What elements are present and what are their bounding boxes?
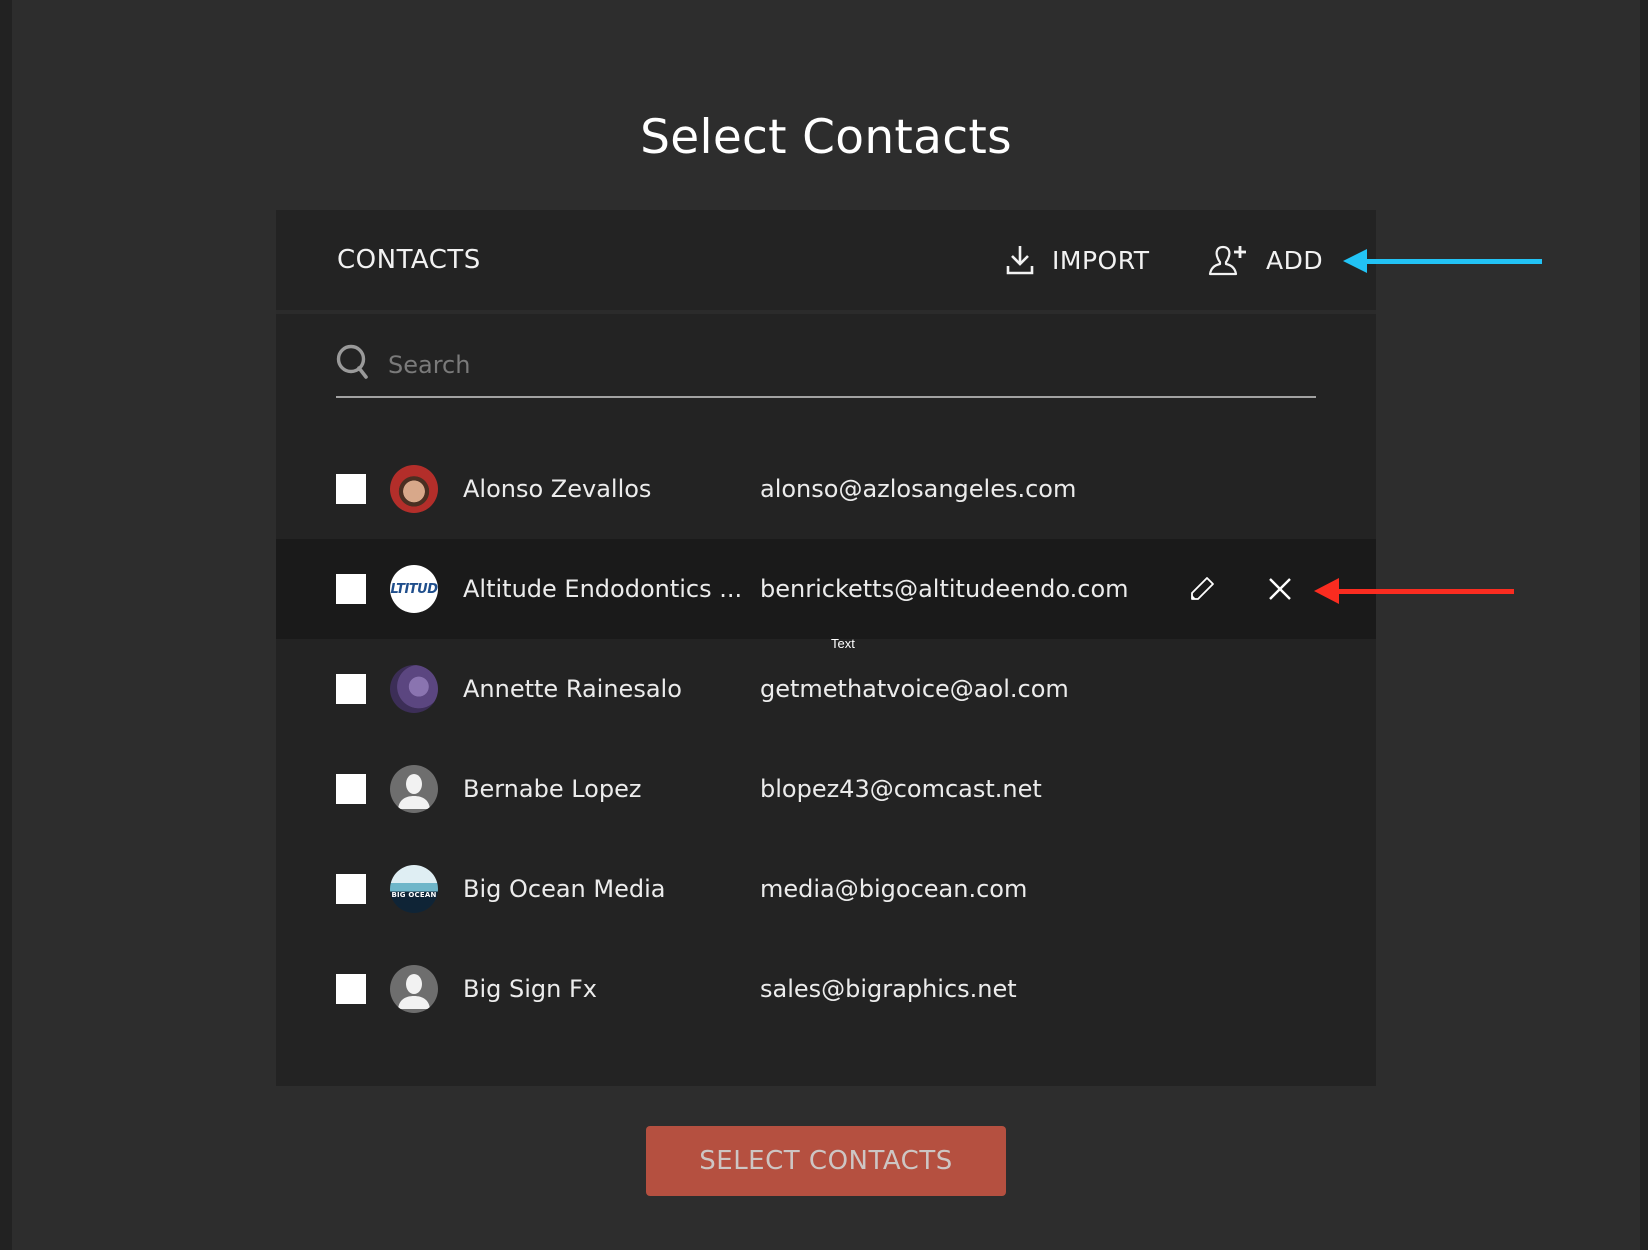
header-divider [276, 310, 1376, 314]
contact-name: Annette Rainesalo [463, 675, 682, 703]
contact-row[interactable]: Big Sign Fx sales@bigraphics.net [276, 939, 1376, 1039]
contacts-panel: CONTACTS IMPORT ADD Search Alonso Zevall… [276, 210, 1376, 1086]
contacts-heading: CONTACTS [337, 245, 481, 275]
contact-email: sales@bigraphics.net [760, 975, 1017, 1003]
page-title: Select Contacts [640, 110, 1012, 165]
annotation-arrow-blue [1343, 249, 1542, 273]
contact-row[interactable]: Annette Rainesalo getmethatvoice@aol.com [276, 639, 1376, 739]
search-input[interactable] [386, 346, 1290, 384]
window-edge-right [1640, 0, 1648, 1250]
add-button[interactable]: ADD [1208, 232, 1323, 288]
contact-row[interactable]: Bernabe Lopez blopez43@comcast.net [276, 739, 1376, 839]
contact-row[interactable]: BIG OCEAN Big Ocean Media media@bigocean… [276, 839, 1376, 939]
avatar [390, 965, 438, 1013]
contact-checkbox[interactable] [336, 574, 366, 604]
panel-header: CONTACTS IMPORT ADD [276, 210, 1376, 310]
contact-row[interactable]: Alonso Zevallos alonso@azlosangeles.com [276, 439, 1376, 539]
download-icon [1006, 246, 1034, 275]
avatar [390, 665, 438, 713]
add-label: ADD [1266, 245, 1324, 275]
arrow-head [1343, 249, 1367, 273]
contact-name: Bernabe Lopez [463, 775, 642, 803]
arrow-shaft [1337, 589, 1514, 594]
contact-name: Alonso Zevallos [463, 475, 652, 503]
import-button[interactable]: IMPORT [1006, 232, 1150, 288]
contact-email: blopez43@comcast.net [760, 775, 1042, 803]
default-user-icon [398, 974, 430, 1009]
tooltip: Text [831, 636, 855, 651]
contact-email: getmethatvoice@aol.com [760, 675, 1069, 703]
contact-email: alonso@azlosangeles.com [760, 475, 1077, 503]
contact-checkbox[interactable] [336, 874, 366, 904]
arrow-head [1314, 578, 1339, 604]
import-label: IMPORT [1052, 245, 1150, 275]
contact-checkbox[interactable] [336, 774, 366, 804]
arrow-shaft [1365, 259, 1542, 264]
contact-checkbox[interactable] [336, 674, 366, 704]
contact-checkbox[interactable] [336, 474, 366, 504]
annotation-arrow-red [1314, 578, 1514, 604]
select-contacts-button[interactable]: SELECT CONTACTS [646, 1126, 1006, 1196]
add-user-icon [1208, 245, 1246, 276]
close-icon [1269, 578, 1291, 600]
contact-list: Alonso Zevallos alonso@azlosangeles.com … [276, 439, 1376, 1039]
contact-row[interactable]: LTITUD Altitude Endodontics ... benricke… [276, 539, 1376, 639]
pencil-icon [1191, 577, 1214, 600]
contact-name: Altitude Endodontics ... [463, 575, 743, 603]
avatar-logo-text: BIG OCEAN [391, 891, 437, 899]
default-user-icon [398, 774, 430, 809]
avatar [390, 465, 438, 513]
search-icon [336, 344, 368, 379]
search-field[interactable] [336, 334, 1316, 398]
delete-contact-button[interactable] [1266, 575, 1294, 603]
contact-email: benricketts@altitudeendo.com [760, 575, 1129, 603]
window-edge-left [0, 0, 12, 1250]
edit-contact-button[interactable] [1188, 575, 1216, 603]
avatar-logo-text: LTITUD [390, 581, 438, 597]
avatar [390, 765, 438, 813]
contact-name: Big Ocean Media [463, 875, 666, 903]
contact-name: Big Sign Fx [463, 975, 597, 1003]
avatar: LTITUD [390, 565, 438, 613]
avatar: BIG OCEAN [390, 865, 438, 913]
contact-email: media@bigocean.com [760, 875, 1028, 903]
contact-checkbox[interactable] [336, 974, 366, 1004]
